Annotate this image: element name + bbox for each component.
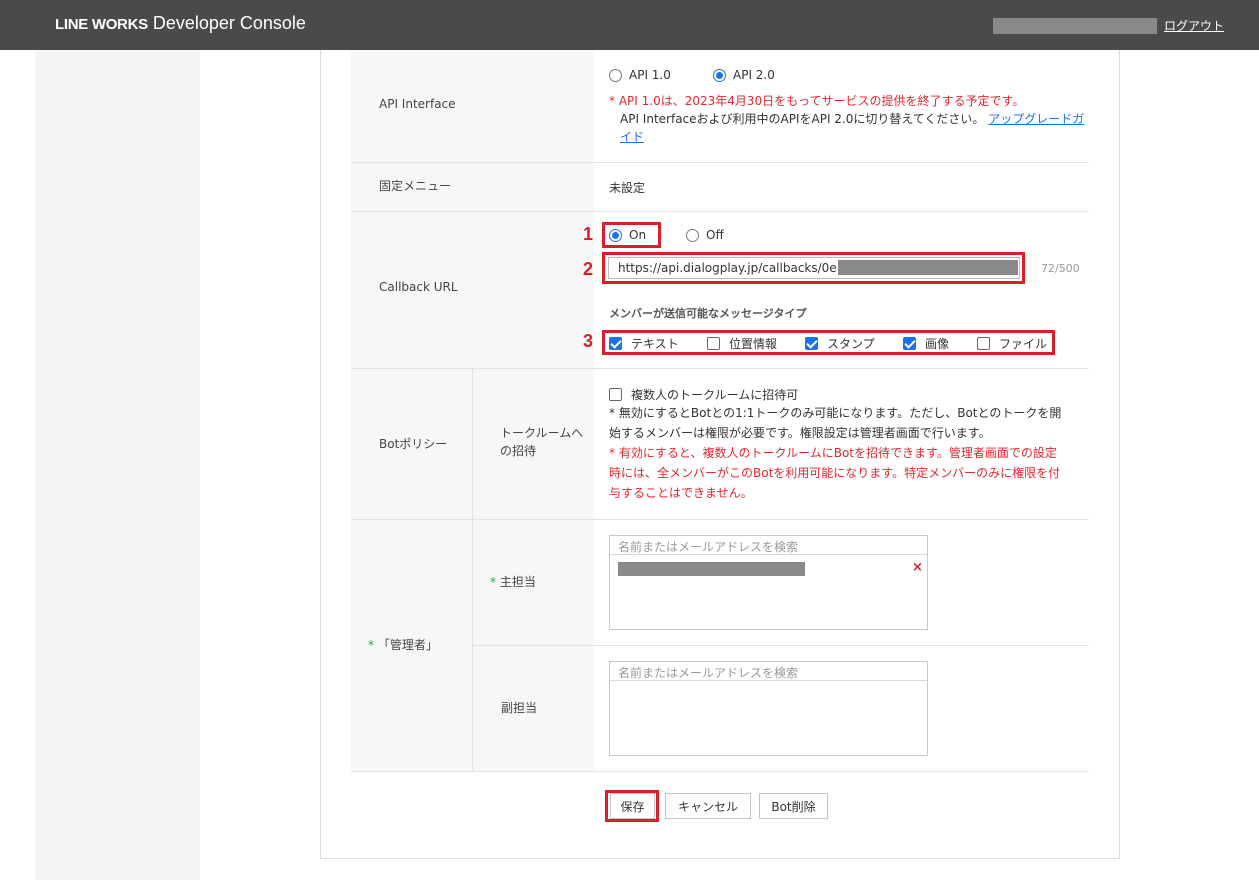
- callback-on-label: On: [629, 228, 647, 242]
- remove-admin-icon[interactable]: ×: [912, 560, 923, 575]
- msg-type-location[interactable]: 位置情報: [707, 335, 777, 352]
- callback-off-label: Off: [706, 228, 724, 242]
- checkbox-icon: [707, 337, 720, 350]
- secondary-admin-picker: 名前またはメールアドレスを検索: [609, 661, 928, 756]
- api-2-label: API 2.0: [733, 68, 775, 82]
- radio-selected-icon: [713, 68, 726, 82]
- msg-type-image[interactable]: 画像: [903, 335, 949, 352]
- delete-bot-button[interactable]: Bot削除: [759, 793, 828, 819]
- callback-url-label: Callback URL: [379, 280, 458, 294]
- primary-admin-text: 主担当: [499, 575, 536, 589]
- url-redacted: [838, 260, 1018, 275]
- fixed-menu-label: 固定メニュー: [379, 179, 452, 193]
- msg-type-file[interactable]: ファイル: [977, 335, 1047, 352]
- radio-icon: [686, 228, 699, 242]
- policy-note-1a: * 無効にするとBotとの1:1トークのみ可能になります。ただし、Botとのトー…: [609, 406, 1062, 420]
- msg-type-location-label: 位置情報: [729, 337, 778, 351]
- checkbox-icon: [977, 337, 990, 350]
- logout-link[interactable]: ログアウト: [1164, 17, 1224, 34]
- radio-selected-icon: [609, 228, 622, 242]
- annotation-marker-3: 3: [583, 331, 594, 351]
- checkbox-checked-icon: [609, 337, 622, 350]
- divider: [351, 368, 1089, 369]
- api-2-option[interactable]: API 2.0: [713, 68, 775, 82]
- divider: [351, 211, 1089, 212]
- msg-type-file-label: ファイル: [999, 337, 1048, 351]
- divider: [351, 162, 1089, 163]
- admin-label: * 「管理者」: [368, 636, 438, 653]
- primary-admin-redacted: [618, 562, 805, 576]
- api-1-label: API 1.0: [629, 68, 671, 82]
- checkbox-icon: [609, 388, 622, 401]
- secondary-admin-search-input[interactable]: 名前またはメールアドレスを検索: [610, 662, 927, 681]
- policy-note-1b: 始するメンバーは権限が必要です。権限設定は管理者画面で行います。: [609, 426, 991, 440]
- required-mark: *: [490, 575, 496, 589]
- message-types-title: メンバーが送信可能なメッセージタイプ: [609, 307, 807, 320]
- primary-admin-label: * 主担当: [490, 573, 536, 590]
- msg-type-sticker[interactable]: スタンプ: [805, 335, 875, 352]
- upgrade-guide-link-wrap: イド: [620, 128, 644, 146]
- left-sidebar: [35, 50, 200, 880]
- callback-off-option[interactable]: Off: [686, 228, 724, 242]
- checkbox-checked-icon: [805, 337, 818, 350]
- multi-room-invite-checkbox[interactable]: 複数人のトークルームに招待可: [609, 386, 798, 403]
- radio-icon: [609, 68, 622, 82]
- api-upgrade-text: API Interfaceおよび利用中のAPIをAPI 2.0に切り替えてくださ…: [620, 112, 985, 126]
- annotation-marker-1: 1: [583, 224, 594, 244]
- msg-type-text-label: テキスト: [631, 337, 679, 351]
- msg-type-text[interactable]: テキスト: [609, 335, 679, 352]
- save-button[interactable]: 保存: [610, 793, 655, 819]
- msg-type-image-label: 画像: [925, 337, 950, 351]
- msg-type-sticker-label: スタンプ: [827, 337, 875, 351]
- brand-bold: LINE WORKS: [55, 16, 148, 33]
- admin-label-text: 「管理者」: [377, 638, 438, 652]
- upgrade-guide-link-cont[interactable]: イド: [620, 130, 644, 144]
- annotation-marker-2: 2: [583, 259, 594, 279]
- policy-note-2b: 時には、全メンバーがこのBotを利用可能になります。特定メンバーのみに権限を付: [609, 466, 1061, 480]
- brand-logo: LINE WORKS Developer Console: [55, 13, 306, 34]
- checkbox-checked-icon: [903, 337, 916, 350]
- bot-policy-label: Botポリシー: [379, 437, 448, 451]
- cancel-button[interactable]: キャンセル: [665, 793, 751, 819]
- divider: [472, 368, 473, 771]
- policy-note-2a: * 有効にすると、複数人のトークルームにBotを招待できます。管理者画面での設定: [609, 446, 1057, 460]
- url-char-counter: 72/500: [1041, 262, 1080, 275]
- required-mark: *: [368, 638, 374, 652]
- divider: [351, 771, 1089, 772]
- api-upgrade-notice: API Interfaceおよび利用中のAPIをAPI 2.0に切り替えてくださ…: [620, 110, 1084, 128]
- api-1-option[interactable]: API 1.0: [609, 68, 671, 82]
- brand-title: Developer Console: [152, 13, 306, 33]
- policy-note-2c: 与することはできません。: [609, 486, 753, 500]
- primary-admin-picker: 名前またはメールアドレスを検索 ×: [609, 535, 928, 630]
- api-deprecation-notice: * API 1.0は、2023年4月30日をもってサービスの提供を終了する予定で…: [609, 94, 1025, 108]
- fixed-menu-value: 未設定: [609, 181, 646, 195]
- primary-admin-search-input[interactable]: 名前またはメールアドレスを検索: [610, 536, 927, 555]
- secondary-admin-label: 副担当: [501, 701, 538, 715]
- divider: [472, 645, 1089, 646]
- top-bar: LINE WORKS Developer Console ログアウト: [0, 0, 1259, 50]
- invite-to-room-label: トークルームへの招待: [500, 426, 584, 458]
- callback-on-option[interactable]: On: [609, 228, 646, 242]
- multi-room-invite-label: 複数人のトークルームに招待可: [631, 388, 799, 402]
- upgrade-guide-link[interactable]: アップグレードガ: [988, 112, 1084, 126]
- api-interface-label: API Interface: [379, 97, 456, 111]
- divider: [351, 519, 1089, 520]
- user-name-redacted: [993, 18, 1157, 34]
